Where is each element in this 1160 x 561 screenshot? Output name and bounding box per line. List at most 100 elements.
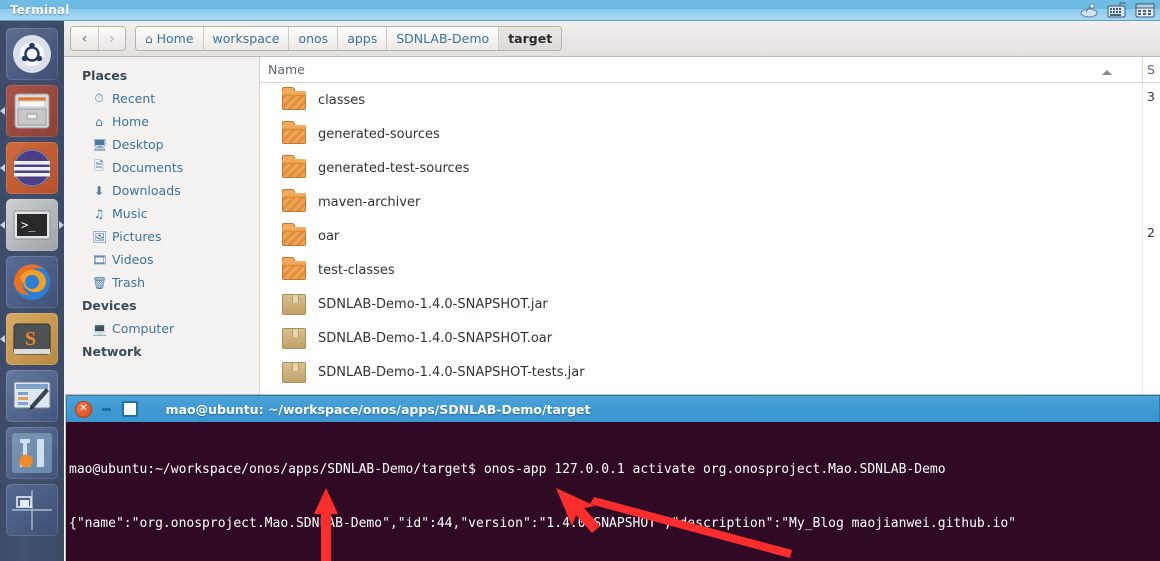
sidebar-item-label: Recent — [112, 91, 156, 106]
table-row[interactable]: oar — [260, 219, 1160, 253]
breadcrumb-item-sdnlab-demo[interactable]: SDNLAB-Demo — [386, 27, 499, 50]
file-size: 3 — [1147, 89, 1155, 104]
file-name: generated-test-sources — [318, 160, 470, 176]
workspace-switcher-icon — [6, 484, 58, 536]
size-column-clipped: 3 2 — [1142, 83, 1160, 395]
table-row[interactable]: maven-archiver — [260, 185, 1160, 219]
close-button[interactable] — [75, 400, 92, 418]
ubuntu-software-center-icon — [6, 142, 58, 194]
file-name: classes — [318, 92, 366, 108]
sidebar-group-places-title: Places — [82, 68, 128, 83]
home-icon: ⌂ — [95, 114, 103, 129]
terminal-title-bar[interactable]: mao@ubuntu: ~/workspace/onos/apps/SDNLAB… — [66, 395, 1160, 422]
sidebar-group-devices-title: Devices — [82, 298, 137, 313]
file-list: Name S classes generated-sources generat… — [260, 57, 1160, 395]
launcher-item-terminal[interactable]: >_ — [0, 199, 64, 251]
terminal-window: mao@ubuntu: ~/workspace/onos/apps/SDNLAB… — [66, 395, 1160, 561]
sidebar-item-label: Desktop — [112, 137, 164, 152]
sidebar-item-music[interactable]: ♫ Music — [64, 202, 259, 225]
table-row[interactable]: SDNLAB-Demo-1.4.0-SNAPSHOT-tests.jar — [260, 355, 1160, 389]
table-row[interactable]: classes — [260, 83, 1160, 117]
table-row[interactable]: SDNLAB-Demo-1.4.0-SNAPSHOT.oar — [260, 321, 1160, 355]
table-row[interactable]: generated-sources — [260, 117, 1160, 151]
back-button[interactable]: ‹ — [71, 27, 98, 50]
folder-icon — [282, 87, 308, 111]
file-name: SDNLAB-Demo-1.4.0-SNAPSHOT.oar — [318, 330, 553, 346]
table-row[interactable]: test-classes — [260, 253, 1160, 287]
panel-app-menu-title[interactable]: Terminal — [10, 3, 70, 17]
breadcrumb-item-workspace[interactable]: workspace — [202, 27, 289, 50]
sidebar-item-pictures[interactable]: 🖼 Pictures — [64, 225, 259, 248]
file-list-column-headers: Name S — [260, 57, 1160, 83]
clock-icon: ⏱ — [94, 91, 104, 105]
file-manager-toolbar: ‹ › ⌂ Home workspace onos apps SDNLAB-De… — [64, 21, 1160, 57]
maximize-button[interactable] — [121, 401, 138, 418]
sidebar-item-label: Videos — [112, 252, 154, 267]
breadcrumb-label: Home — [156, 31, 194, 46]
download-icon: ⬇ — [93, 183, 105, 198]
calendar-indicator-icon[interactable] — [1132, 1, 1158, 20]
launcher-item-software-center[interactable] — [0, 142, 58, 194]
forward-button[interactable]: › — [98, 27, 125, 50]
monitor-icon: 🖥 — [92, 137, 108, 152]
file-name: generated-sources — [318, 126, 440, 142]
panel-indicator-area — [1076, 1, 1160, 20]
terminal-title: mao@ubuntu: ~/workspace/onos/apps/SDNLAB… — [165, 401, 591, 417]
sidebar-item-downloads[interactable]: ⬇ Downloads — [64, 179, 259, 202]
launcher-item-intellij-idea[interactable] — [6, 427, 58, 479]
home-icon: ⌂ — [145, 31, 153, 46]
table-row[interactable]: SDNLAB-Demo-1.4.0-SNAPSHOT.jar — [260, 287, 1160, 321]
svg-text:S: S — [25, 328, 36, 350]
breadcrumb-item-apps[interactable]: apps — [337, 27, 387, 50]
file-name: SDNLAB-Demo-1.4.0-SNAPSHOT-tests.jar — [318, 364, 585, 380]
sidebar-item-label: Music — [112, 206, 148, 221]
film-icon: 🎞 — [92, 252, 108, 267]
intellij-idea-icon — [6, 427, 58, 479]
sidebar-item-trash[interactable]: 🗑 Trash — [64, 271, 259, 294]
sidebar-item-label: Home — [112, 114, 149, 129]
sidebar-places: Places ⏱ Recent ⌂ Home 🖥 Desktop 🗎 Docum… — [64, 57, 260, 395]
table-row[interactable]: generated-test-sources — [260, 151, 1160, 185]
folder-icon — [282, 121, 308, 145]
launcher-item-sublime-text[interactable]: S — [0, 313, 58, 365]
archive-icon — [282, 361, 308, 383]
column-header-name[interactable]: Name — [260, 62, 1142, 77]
sidebar-item-home[interactable]: ⌂ Home — [64, 110, 259, 133]
breadcrumb-item-home[interactable]: ⌂ Home — [136, 27, 203, 50]
launcher-item-ubuntu-dash[interactable] — [6, 28, 58, 80]
svg-text:>_: >_ — [21, 218, 36, 232]
sidebar-item-videos[interactable]: 🎞 Videos — [64, 248, 259, 271]
terminal-icon: >_ — [6, 199, 58, 251]
launcher-item-files[interactable] — [0, 85, 58, 137]
folder-icon — [282, 257, 308, 281]
breadcrumb-item-target[interactable]: target — [498, 27, 562, 50]
bluetooth-indicator-icon[interactable] — [1076, 1, 1102, 20]
file-name: test-classes — [318, 262, 395, 278]
sidebar-item-recent[interactable]: ⏱ Recent — [64, 87, 259, 110]
folder-icon — [282, 155, 308, 179]
launcher-item-firefox[interactable] — [6, 256, 58, 308]
minimize-button[interactable] — [98, 401, 115, 418]
file-manager-body: Places ⏱ Recent ⌂ Home 🖥 Desktop 🗎 Docum… — [64, 57, 1160, 395]
column-header-size[interactable]: S — [1142, 57, 1160, 83]
sidebar-item-label: Pictures — [112, 229, 162, 244]
sidebar-item-computer[interactable]: 💻 Computer — [64, 317, 259, 340]
launcher-item-wps-presentation[interactable] — [6, 370, 58, 422]
wps-presentation-icon — [6, 370, 58, 422]
document-icon: 🗎 — [94, 159, 104, 173]
file-name: oar — [318, 228, 340, 244]
file-name: maven-archiver — [318, 194, 421, 210]
trash-icon: 🗑 — [92, 275, 108, 290]
running-indicator-pip — [0, 164, 5, 172]
unity-launcher: >_ S — [0, 21, 64, 561]
keyboard-indicator-icon[interactable] — [1104, 1, 1130, 20]
terminal-output[interactable]: mao@ubuntu:~/workspace/onos/apps/SDNLAB-… — [66, 422, 1160, 561]
launcher-item-workspace-switcher[interactable] — [6, 484, 58, 536]
sidebar-group-network-title: Network — [82, 344, 142, 359]
sidebar-item-documents[interactable]: 🗎 Documents — [64, 156, 259, 179]
sidebar-item-desktop[interactable]: 🖥 Desktop — [64, 133, 259, 156]
breadcrumb-item-onos[interactable]: onos — [288, 27, 338, 50]
sort-ascending-icon — [1102, 70, 1112, 75]
running-indicator-pip — [0, 221, 5, 229]
running-indicator-pip — [0, 335, 5, 343]
